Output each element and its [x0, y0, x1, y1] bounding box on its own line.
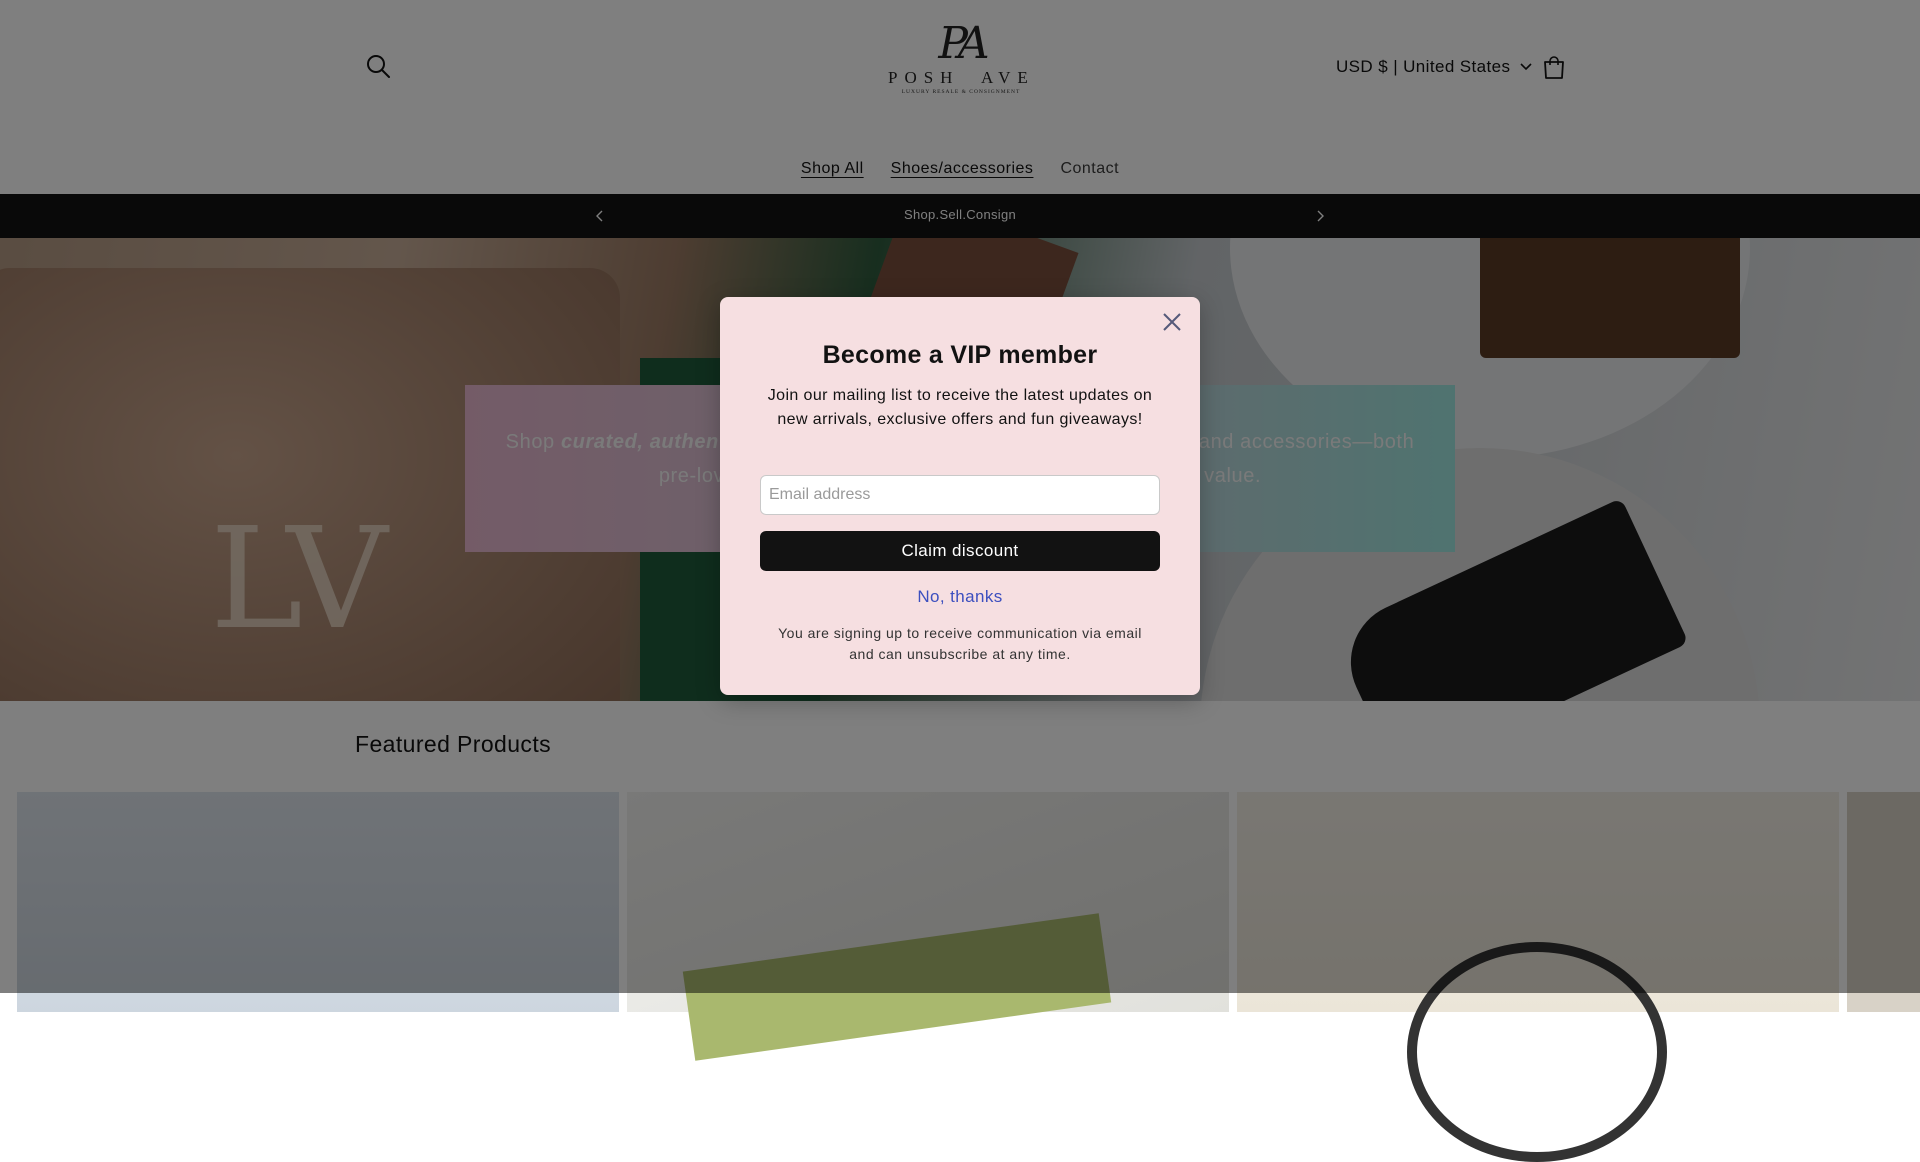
- modal-description: Join our mailing list to receive the lat…: [767, 387, 1153, 428]
- email-field[interactable]: [760, 475, 1160, 515]
- vip-signup-modal: Become a VIP member Join our mailing lis…: [720, 297, 1200, 695]
- close-icon[interactable]: [1160, 310, 1184, 334]
- no-thanks-link[interactable]: No, thanks: [720, 587, 1200, 607]
- modal-legal-text: You are signing up to receive communicat…: [778, 625, 1142, 662]
- modal-title: Become a VIP member: [822, 341, 1098, 369]
- claim-discount-button[interactable]: Claim discount: [760, 531, 1160, 571]
